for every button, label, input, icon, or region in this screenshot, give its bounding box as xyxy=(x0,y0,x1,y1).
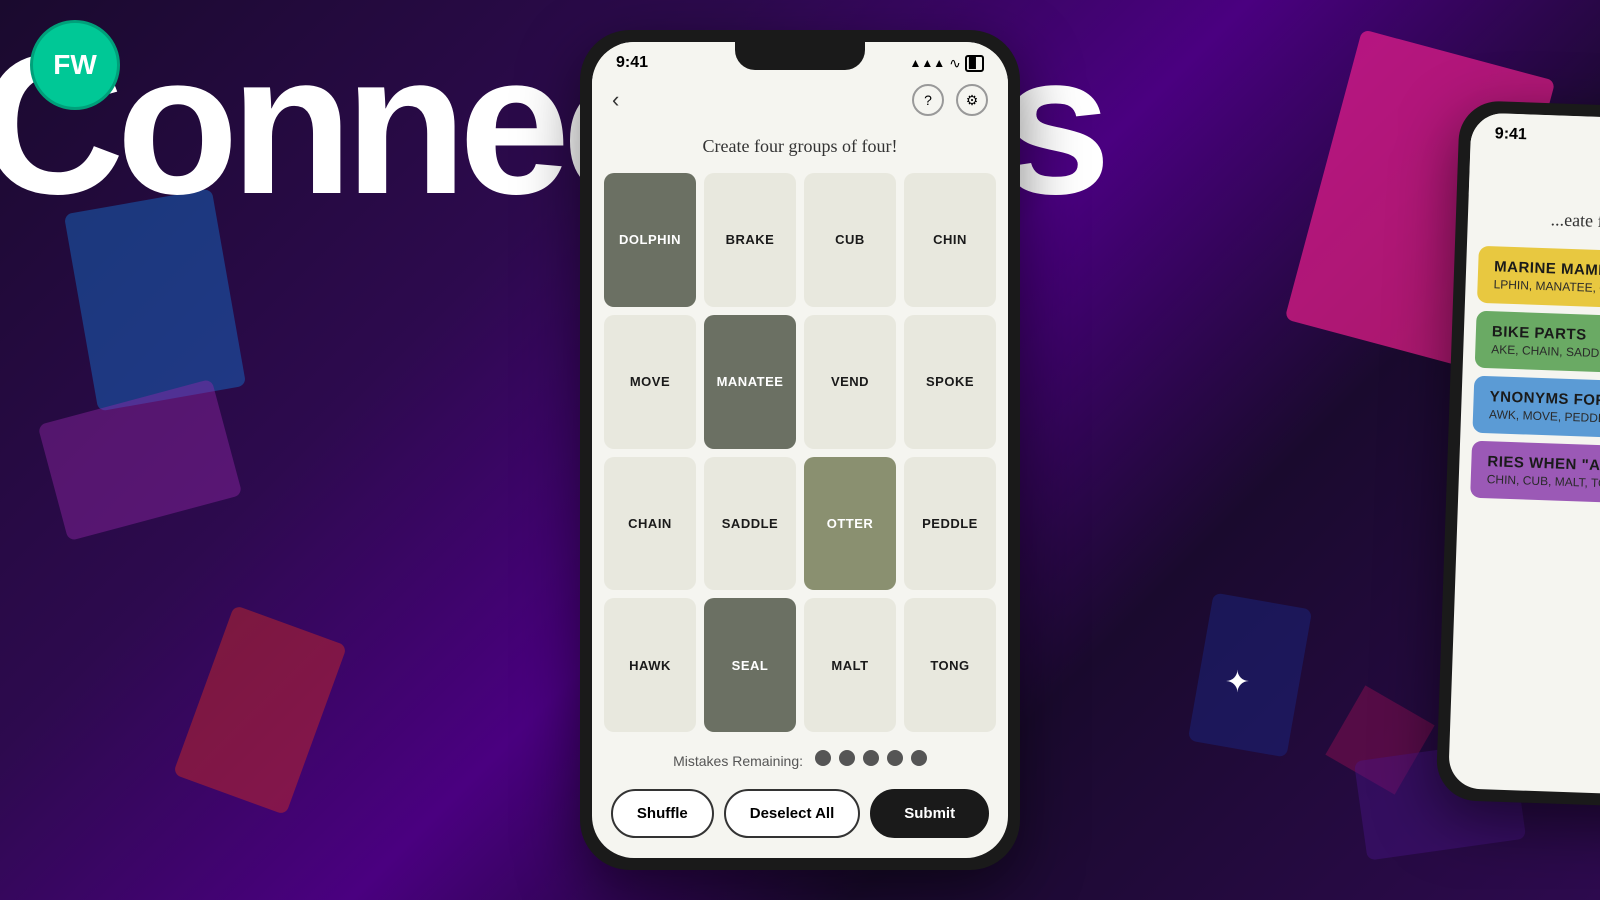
center-tile-hawk[interactable]: HAWK xyxy=(604,598,696,732)
center-nav-bar: ‹ ? ⚙ xyxy=(592,76,1008,124)
center-status-icons: ▲▲▲ ∿ █ xyxy=(910,55,984,72)
center-tile-vend[interactable]: VEND xyxy=(804,315,896,449)
star-deco: ✦ xyxy=(1225,665,1250,700)
center-mistakes-area: Mistakes Remaining: xyxy=(592,740,1008,779)
center-help-button[interactable]: ? xyxy=(912,84,944,116)
center-tile-cub[interactable]: CUB xyxy=(804,173,896,307)
answer-card-bike[interactable]: BIKE PARTS AKE, CHAIN, SADDLE, SPOKE xyxy=(1475,311,1600,380)
answer-card-marine[interactable]: MARINE MAMMALS LPHIN, MANATEE, OTTER, SE… xyxy=(1477,246,1600,315)
center-action-buttons: Shuffle Deselect All Submit xyxy=(592,779,1008,858)
fw-logo-text: FW xyxy=(53,49,97,81)
fw-logo: FW xyxy=(30,20,120,110)
synonyms-words: AWK, MOVE, PEDDLE, VEND xyxy=(1489,407,1600,431)
dot-2 xyxy=(839,750,855,766)
right-status-time: 9:41 xyxy=(1495,125,1528,144)
center-tile-spoke[interactable]: SPOKE xyxy=(904,315,996,449)
center-tile-manatee[interactable]: MANATEE xyxy=(704,315,796,449)
answer-card-synonyms[interactable]: YNONYMS FOR SELL AWK, MOVE, PEDDLE, VEND xyxy=(1472,376,1600,445)
mistakes-label: Mistakes Remaining: xyxy=(673,753,803,769)
dot-4 xyxy=(887,750,903,766)
bg-deco-4 xyxy=(38,379,243,541)
dot-1 xyxy=(815,750,831,766)
submit-button[interactable]: Submit xyxy=(870,789,989,838)
bike-words: AKE, CHAIN, SADDLE, SPOKE xyxy=(1491,342,1600,366)
center-tile-move[interactable]: MOVE xyxy=(604,315,696,449)
shuffle-button[interactable]: Shuffle xyxy=(611,789,714,838)
center-tile-brake[interactable]: BRAKE xyxy=(704,173,796,307)
center-word-grid: DOLPHIN BRAKE CUB CHIN MOVE MANATEE VEND… xyxy=(592,165,1008,740)
center-tile-dolphin[interactable]: DOLPHIN xyxy=(604,173,696,307)
center-tile-seal[interactable]: SEAL xyxy=(704,598,796,732)
marine-words: LPHIN, MANATEE, OTTER, SEAL xyxy=(1493,277,1600,301)
answer-card-cries[interactable]: RIES WHEN "A" IS ADDED CHIN, CUB, MALT, … xyxy=(1470,441,1600,510)
dot-3 xyxy=(863,750,879,766)
deselect-button[interactable]: Deselect All xyxy=(724,789,861,838)
center-phone: 9:41 ▲▲▲ ∿ █ ‹ ? ⚙ Create four groups of… xyxy=(580,30,1020,870)
center-tile-tong[interactable]: TONG xyxy=(904,598,996,732)
center-status-time: 9:41 xyxy=(616,54,648,72)
bg-deco-3 xyxy=(173,605,347,815)
center-tile-saddle[interactable]: SADDLE xyxy=(704,457,796,591)
center-tile-peddle[interactable]: PEDDLE xyxy=(904,457,996,591)
center-back-button[interactable]: ‹ xyxy=(612,87,619,113)
battery-icon: █ xyxy=(965,55,984,72)
bg-deco-5 xyxy=(1188,592,1313,757)
center-settings-button[interactable]: ⚙ xyxy=(956,84,988,116)
notch xyxy=(735,42,865,70)
center-tile-chin[interactable]: CHIN xyxy=(904,173,996,307)
center-tile-malt[interactable]: MALT xyxy=(804,598,896,732)
signal-icon: ▲▲▲ xyxy=(910,56,946,70)
mistake-dots xyxy=(815,750,927,766)
center-tile-chain[interactable]: CHAIN xyxy=(604,457,696,591)
right-answer-cards: MARINE MAMMALS LPHIN, MANATEE, OTTER, SE… xyxy=(1458,235,1600,519)
center-game-title: Create four groups of four! xyxy=(592,124,1008,165)
center-tile-otter[interactable]: OTTER xyxy=(804,457,896,591)
cries-words: CHIN, CUB, MALT, TONG xyxy=(1487,472,1600,496)
wifi-icon: ∿ xyxy=(949,55,961,72)
dot-5 xyxy=(911,750,927,766)
center-nav-icons: ? ⚙ xyxy=(912,84,988,116)
